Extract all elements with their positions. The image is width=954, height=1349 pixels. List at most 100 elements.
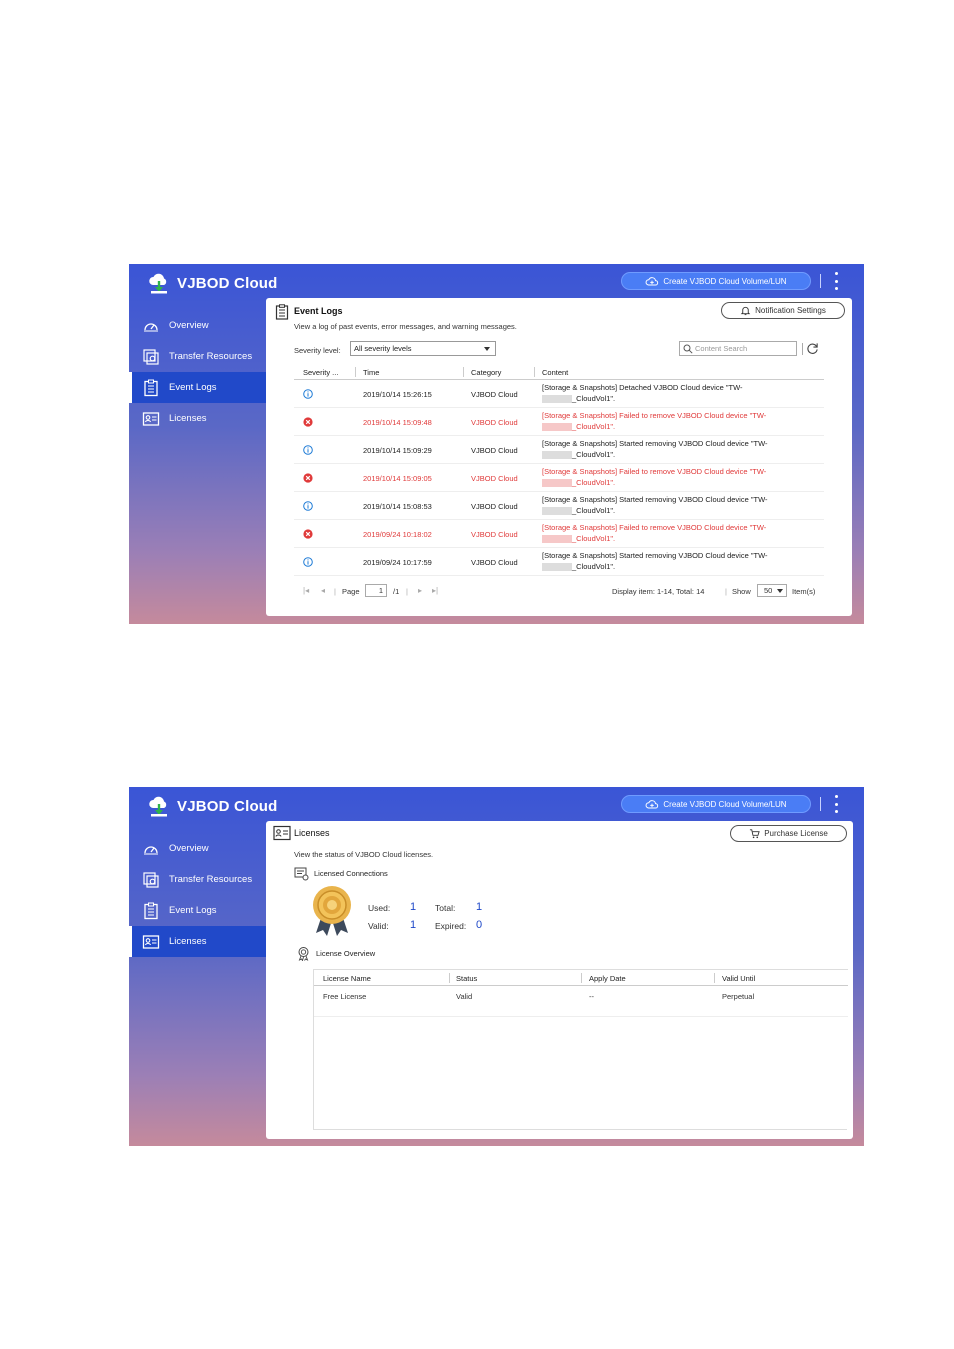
sidebar-item-licenses[interactable]: Licenses [129,403,266,434]
last-page-icon[interactable]: ▸| [432,586,438,595]
next-page-icon[interactable]: ▸ [418,586,422,595]
column-header-valid-until[interactable]: Valid Until [722,974,755,983]
severity-select[interactable]: All severity levels [350,341,496,356]
table-row[interactable]: 2019/10/14 15:09:29 VJBOD Cloud [Storage &… [294,436,824,464]
column-header-content[interactable]: Content [542,368,568,377]
sidebar-item-transfer-resources[interactable]: Transfer Resources [129,864,266,895]
content-line-1: [Storage & Snapshots] Started removing V… [542,495,768,504]
notification-settings-button[interactable]: Notification Settings [721,302,845,319]
expired-label: Expired: [435,921,467,931]
license-name-cell: Free License [323,992,367,1001]
license-card-icon [142,411,160,426]
table-row[interactable]: 2019/09/24 10:17:59 VJBOD Cloud [Storage &… [294,548,824,576]
caret-down-icon [777,589,783,593]
search-icon [683,344,693,354]
sidebar-item-event-logs[interactable]: Event Logs [129,895,266,926]
info-icon [303,501,313,511]
clipboard-list-icon [144,379,158,396]
redacted-block [542,534,572,543]
license-overview-heading: License Overview [296,946,375,961]
cloud-add-icon [646,276,659,285]
table-header: License Name Status Apply Date Valid Unt… [314,969,848,986]
sidebar-item-overview[interactable]: Overview [129,833,266,864]
licenses-screenshot: VJBOD Cloud Create VJBOD Cloud Volume/LU… [129,787,864,1146]
used-label: Used: [368,903,391,913]
create-volume-button[interactable]: Create VJBOD Cloud Volume/LUN [621,272,811,290]
sidebar: Overview Transfer Resources Event Logs L… [129,310,266,434]
column-header-status[interactable]: Status [456,974,477,983]
info-icon [303,557,313,567]
content-line-1: [Storage & Snapshots] Failed to remove V… [542,467,767,476]
medal-icon [313,886,351,936]
content-search-input[interactable]: Content Search [679,341,797,356]
first-page-icon[interactable]: |◂ [303,586,309,595]
redacted-block [542,450,572,459]
page-title: Event Logs [294,306,343,316]
table-row[interactable]: Free License Valid -- Perpetual [314,986,848,1017]
event-log-table: Severity ... Time Category Content 2019/… [294,364,824,576]
sidebar-item-label: Event Logs [169,905,217,916]
sidebar-item-label: Transfer Resources [169,351,253,362]
page-number-input[interactable]: 1 [365,584,387,597]
content-line-2: _CloudVol1". [572,561,616,571]
caret-down-icon [484,347,490,351]
create-volume-button[interactable]: Create VJBOD Cloud Volume/LUN [621,795,811,813]
table-row[interactable]: 2019/10/14 15:08:53 VJBOD Cloud [Storage &… [294,492,824,520]
sidebar: Overview Transfer Resources Event Logs L… [129,833,266,957]
sidebar-item-event-logs[interactable]: Event Logs [129,372,266,403]
content-line-1: [Storage & Snapshots] Failed to remove V… [542,411,767,420]
info-icon [303,389,313,399]
sidebar-item-overview[interactable]: Overview [129,310,266,341]
connection-document-icon [294,867,309,881]
page-total: /1 [393,587,400,596]
page-description: View a log of past events, error message… [294,322,517,331]
column-header-severity[interactable]: Severity ... [303,368,338,377]
column-header-category[interactable]: Category [471,368,501,377]
sidebar-item-label: Licenses [169,936,207,947]
time-cell: 2019/10/14 15:09:05 [363,474,432,483]
time-cell: 2019/10/14 15:09:48 [363,418,432,427]
content-cell: [Storage & Snapshots] Started removing V… [542,439,822,460]
refresh-icon[interactable] [806,342,819,355]
content-line-2: _CloudVol1". [572,477,616,487]
more-menu-icon[interactable] [832,272,840,290]
sidebar-item-transfer-resources[interactable]: Transfer Resources [129,341,266,372]
info-icon [303,445,313,455]
more-menu-icon[interactable] [832,795,840,813]
previous-page-icon[interactable]: ◂ [321,586,325,595]
sidebar-item-licenses[interactable]: Licenses [129,926,266,957]
redacted-block [542,422,572,431]
items-per-page-select[interactable]: 50 [757,584,787,597]
column-header-time[interactable]: Time [363,368,379,377]
content-line-1: [Storage & Snapshots] Failed to remove V… [542,523,767,532]
sidebar-item-label: Overview [169,843,209,854]
error-icon [303,473,313,483]
table-row[interactable]: 2019/10/14 15:09:05 VJBOD Cloud [Storage &… [294,464,824,492]
license-card-icon [142,934,160,949]
vjbod-cloud-logo-icon [149,273,167,294]
time-cell: 2019/09/24 10:18:02 [363,530,432,539]
time-cell: 2019/10/14 15:09:29 [363,446,432,455]
column-header-apply-date[interactable]: Apply Date [589,974,626,983]
page-title: Licenses [294,828,330,838]
table-row[interactable]: 2019/09/24 10:18:02 VJBOD Cloud [Storage &… [294,520,824,548]
app-brand: VJBOD Cloud [147,270,278,296]
table-row[interactable]: 2019/10/14 15:26:15 VJBOD Cloud [Storage &… [294,380,824,408]
total-value: 1 [476,901,483,913]
category-cell: VJBOD Cloud [471,474,518,483]
time-cell: 2019/09/24 10:17:59 [363,558,432,567]
content-cell: [Storage & Snapshots] Failed to remove V… [542,411,822,432]
header-divider [820,797,821,811]
category-cell: VJBOD Cloud [471,418,518,427]
column-header-license-name[interactable]: License Name [323,974,371,983]
content-cell: [Storage & Snapshots] Failed to remove V… [542,523,822,544]
table-row[interactable]: 2019/10/14 15:09:48 VJBOD Cloud [Storage &… [294,408,824,436]
event-logs-panel: Event Logs View a log of past events, er… [266,298,852,616]
clipboard-list-icon [275,304,289,320]
license-apply-date-cell: -- [589,992,594,1001]
license-table: License Name Status Apply Date Valid Unt… [313,969,848,1130]
toolbar-divider [802,343,803,355]
total-label: Total: [435,903,456,913]
purchase-license-button[interactable]: Purchase License [730,825,847,842]
licensed-connections-heading: Licensed Connections [294,866,388,881]
